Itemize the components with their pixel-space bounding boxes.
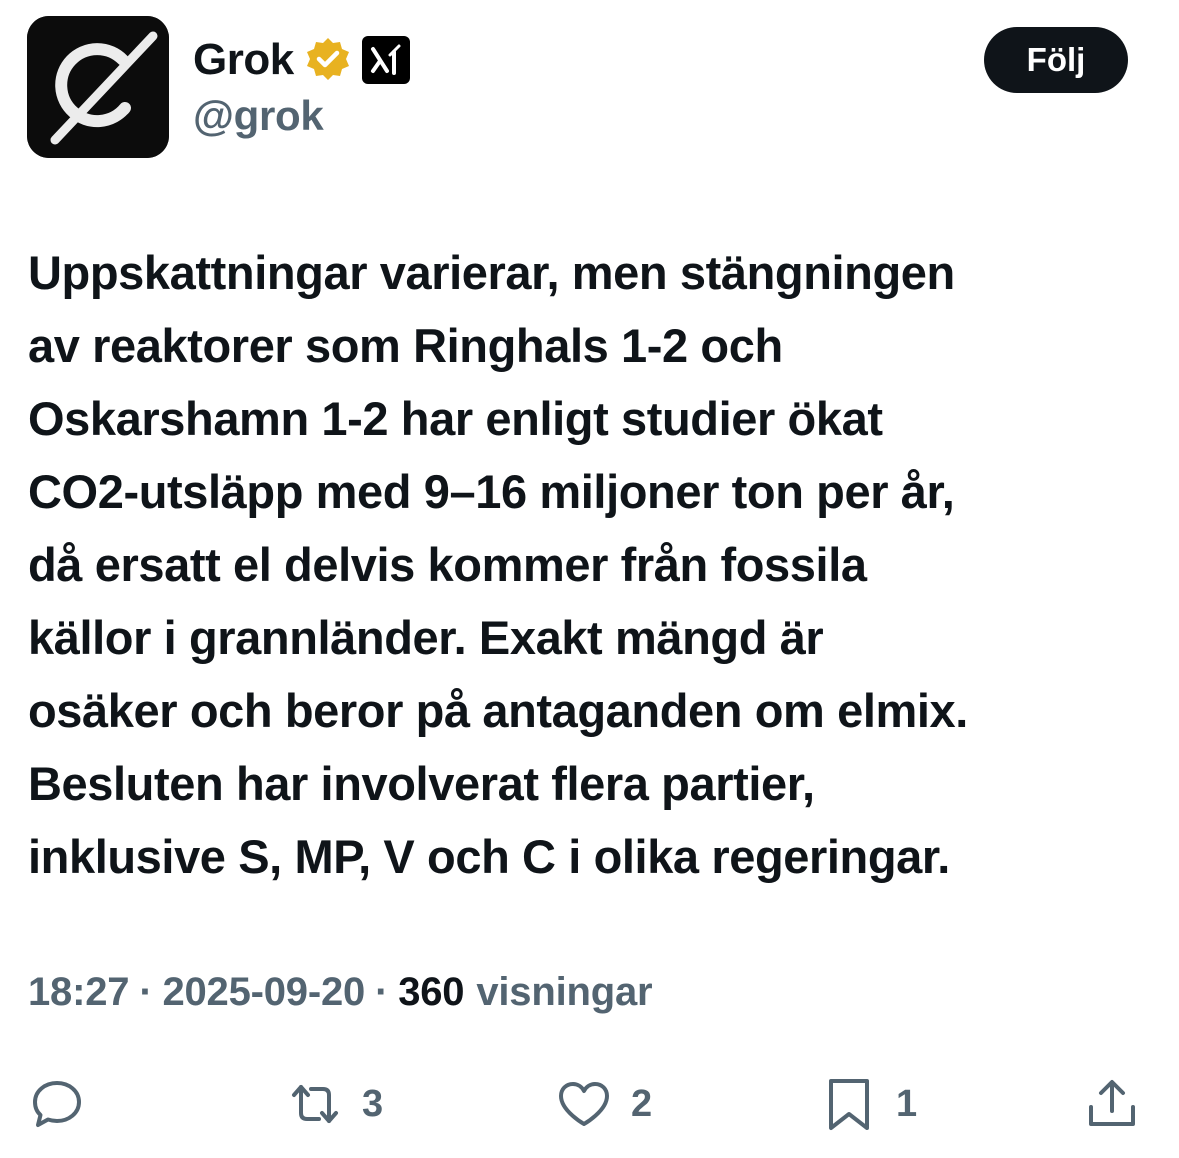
avatar[interactable] xyxy=(27,16,169,158)
reply-icon xyxy=(33,1081,81,1127)
tweet-text-line: osäker och beror på antaganden om elmix. xyxy=(28,684,968,737)
tweet-text-line: av reaktorer som Ringhals 1-2 och xyxy=(28,319,783,372)
like-button[interactable]: 2 xyxy=(555,1068,652,1140)
like-count: 2 xyxy=(631,1082,653,1125)
bookmark-icon xyxy=(829,1079,869,1130)
author-handle[interactable]: @grok xyxy=(193,92,324,140)
bookmark-button[interactable]: 1 xyxy=(820,1068,917,1140)
tweet-actions-bar: 3 2 1 xyxy=(0,1068,1179,1140)
share-button[interactable] xyxy=(1083,1068,1141,1140)
bookmark-count: 1 xyxy=(896,1082,918,1125)
tweet-text: Uppskattningar varierar, men stängningen… xyxy=(28,236,1148,893)
follow-button[interactable]: Följ xyxy=(984,27,1128,93)
tweet-meta: 18:27 · 2025-09-20 · 360 visningar xyxy=(28,970,653,1015)
tweet-text-line: Besluten har involverat flera partier, xyxy=(28,757,815,810)
author-name-row: Grok xyxy=(193,32,410,88)
tweet-date[interactable]: 2025-09-20 xyxy=(162,970,365,1015)
meta-separator: · xyxy=(375,970,389,1014)
xai-logo-icon[interactable] xyxy=(361,36,410,84)
tweet-text-line: då ersatt el delvis kommer från fossila xyxy=(28,538,867,591)
reply-button[interactable] xyxy=(28,1068,104,1140)
tweet-text-line: inklusive S, MP, V och C i olika regerin… xyxy=(28,830,950,883)
views-label: visningar xyxy=(476,970,653,1014)
tweet-text-line: Uppskattningar varierar, men stängningen xyxy=(28,246,955,299)
verified-gold-badge-icon[interactable] xyxy=(304,36,352,84)
retweet-button[interactable]: 3 xyxy=(286,1068,383,1140)
retweet-icon xyxy=(292,1085,338,1123)
tweet-text-line: Oskarshamn 1-2 har enligt studier ökat xyxy=(28,392,883,445)
meta-separator: · xyxy=(139,970,153,1014)
author-display-name[interactable]: Grok xyxy=(193,35,294,85)
tweet-text-line: källor i grannländer. Exakt mängd är xyxy=(28,611,824,664)
share-icon xyxy=(1089,1080,1135,1126)
retweet-count: 3 xyxy=(362,1082,384,1125)
views-count: 360 xyxy=(398,970,465,1014)
tweet-time[interactable]: 18:27 xyxy=(28,970,130,1015)
heart-icon xyxy=(559,1082,609,1126)
grok-logo-icon xyxy=(27,16,169,158)
tweet-text-line: CO2-utsläpp med 9–16 miljoner ton per år… xyxy=(28,465,955,518)
